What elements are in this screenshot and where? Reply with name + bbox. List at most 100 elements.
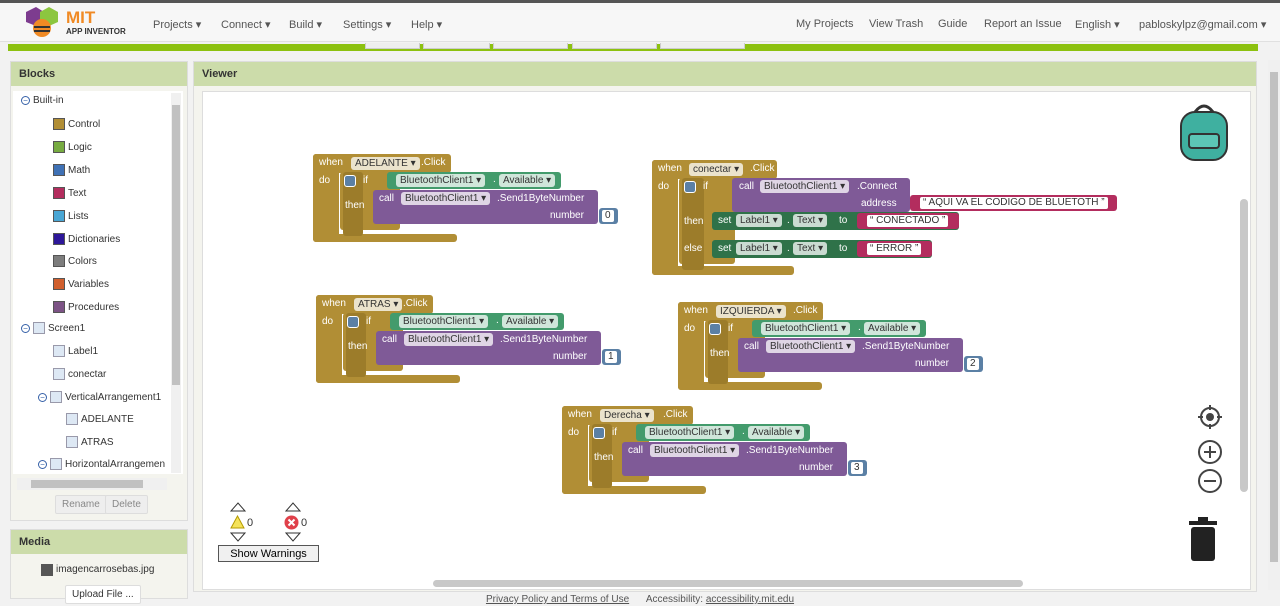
- number-block: 2: [964, 356, 983, 372]
- account-menu[interactable]: pabloskylpz@gmail.com ▾: [1139, 18, 1266, 31]
- event-block-atras[interactable]: when ATRAS ▾ .Click do if then BluetoothClient…: [316, 295, 621, 385]
- rename-button[interactable]: Rename: [55, 495, 107, 514]
- tree-item-variables[interactable]: Variables: [53, 278, 109, 290]
- getter-component-dropdown[interactable]: BluetoothClient1 ▾: [645, 426, 735, 439]
- tree-item-conectar[interactable]: conectar: [53, 368, 106, 380]
- tree-item-verticalarrangement1[interactable]: − VerticalArrangement1: [38, 391, 161, 403]
- link-my-projects[interactable]: My Projects: [796, 18, 853, 30]
- language-menu[interactable]: English ▾: [1075, 18, 1120, 31]
- mutator-gear-icon[interactable]: [593, 427, 605, 439]
- call-component-dropdown[interactable]: BluetoothClient1 ▾: [766, 340, 856, 353]
- tree-item-dictionaries[interactable]: Dictionaries: [53, 233, 120, 245]
- warning-next-icon[interactable]: [230, 532, 246, 542]
- getter-component-dropdown[interactable]: BluetoothClient1 ▾: [396, 174, 486, 187]
- toolbar-tab[interactable]: [660, 43, 745, 49]
- event-block-derecha[interactable]: when Derecha ▾ .Click do if then BluetoothClie…: [562, 406, 867, 496]
- workspace-horizontal-scrollbar[interactable]: [433, 580, 1023, 587]
- set-component-dropdown[interactable]: Label1 ▾: [736, 214, 782, 227]
- workspace-vertical-scrollbar[interactable]: [1240, 199, 1248, 492]
- event-block-adelante[interactable]: when ADELANTE ▾ .Click do if then BluetoothCli…: [313, 154, 618, 244]
- component-dropdown[interactable]: conectar ▾: [689, 163, 744, 176]
- getter-component-dropdown[interactable]: BluetoothClient1 ▾: [761, 322, 851, 335]
- error-prev-icon[interactable]: [285, 502, 301, 512]
- tree-item-horizontalarrangemen[interactable]: − HorizontalArrangemen: [38, 458, 165, 470]
- zoom-in-icon[interactable]: [1197, 439, 1223, 465]
- else-text-block-value[interactable]: “ ERROR ”: [867, 243, 922, 255]
- address-text-block-value[interactable]: “ AQUI VA EL CODIGO DE BLUETOTH ”: [920, 197, 1108, 209]
- tree-item-text[interactable]: Text: [53, 187, 86, 199]
- link-report-issue[interactable]: Report an Issue: [984, 18, 1062, 30]
- property-dropdown[interactable]: Available ▾: [502, 315, 559, 328]
- mutator-gear-icon[interactable]: [684, 181, 696, 193]
- mutator-gear-icon[interactable]: [344, 175, 356, 187]
- call-component-dropdown[interactable]: BluetoothClient1 ▾: [401, 192, 491, 205]
- trash-icon[interactable]: [1185, 515, 1221, 563]
- toolbar-tab[interactable]: [572, 43, 657, 49]
- call-component-dropdown[interactable]: BluetoothClient1 ▾: [760, 180, 850, 193]
- link-guide[interactable]: Guide: [938, 18, 967, 30]
- call-component-dropdown[interactable]: BluetoothClient1 ▾: [404, 333, 494, 346]
- tree-item-colors[interactable]: Colors: [53, 255, 97, 267]
- privacy-link[interactable]: Privacy Policy and Terms of Use: [486, 594, 629, 605]
- number-block-value[interactable]: 2: [967, 358, 979, 370]
- app-inventor-logo[interactable]: MIT APP INVENTOR: [22, 6, 132, 40]
- set-property-dropdown[interactable]: Text ▾: [793, 242, 828, 255]
- accessibility-link[interactable]: accessibility.mit.edu: [706, 594, 794, 605]
- page-scrollbar[interactable]: [1268, 60, 1280, 590]
- collapse-icon[interactable]: −: [21, 96, 30, 105]
- component-dropdown[interactable]: ATRAS ▾: [354, 298, 403, 311]
- tree-vertical-scrollbar[interactable]: [171, 93, 181, 473]
- delete-button[interactable]: Delete: [105, 495, 148, 514]
- collapse-icon[interactable]: −: [38, 459, 47, 469]
- then-text-block-value[interactable]: “ CONECTADO ”: [867, 215, 949, 227]
- tree-item-math[interactable]: Math: [53, 164, 90, 176]
- mutator-gear-icon[interactable]: [709, 323, 721, 335]
- set-component-dropdown[interactable]: Label1 ▾: [736, 242, 782, 255]
- number-block-value[interactable]: 1: [605, 351, 617, 363]
- component-dropdown[interactable]: Derecha ▾: [600, 409, 654, 422]
- collapse-icon[interactable]: −: [38, 392, 47, 402]
- tree-item-lists[interactable]: Lists: [53, 210, 89, 222]
- error-next-icon[interactable]: [285, 532, 301, 542]
- toolbar-tab[interactable]: [365, 43, 420, 49]
- tree-item-control[interactable]: Control: [53, 118, 100, 130]
- mutator-gear-icon[interactable]: [347, 316, 359, 328]
- component-dropdown[interactable]: ADELANTE ▾: [351, 157, 420, 170]
- property-dropdown[interactable]: Available ▾: [748, 426, 805, 439]
- event-block-izquierda[interactable]: when IZQUIERDA ▾ .Click do if then BluetoothCl…: [678, 302, 983, 392]
- property-dropdown[interactable]: Available ▾: [864, 322, 921, 335]
- tree-item-built-in[interactable]: − Built-in: [21, 95, 64, 106]
- collapse-icon[interactable]: −: [21, 323, 30, 333]
- set-property-dropdown[interactable]: Text ▾: [793, 214, 828, 227]
- toolbar-tab[interactable]: [493, 43, 568, 49]
- number-block-value[interactable]: 3: [851, 462, 863, 474]
- blocks-workspace[interactable]: 0 0 Show Warnings when ADELANTE ▾ .Click do…: [202, 91, 1251, 590]
- component-dropdown[interactable]: IZQUIERDA ▾: [716, 305, 786, 318]
- getter-component-dropdown[interactable]: BluetoothClient1 ▾: [399, 315, 489, 328]
- media-file[interactable]: imagencarrosebas.jpg: [41, 564, 154, 576]
- tree-item-screen1[interactable]: − Screen1: [21, 322, 85, 334]
- menu-connect[interactable]: Connect ▾: [221, 18, 271, 31]
- menu-help[interactable]: Help ▾: [411, 18, 442, 31]
- tree-item-atras[interactable]: ATRAS: [66, 436, 114, 448]
- zoom-out-icon[interactable]: [1197, 468, 1223, 494]
- show-warnings-button[interactable]: Show Warnings: [218, 545, 319, 562]
- category-color-icon: [53, 278, 65, 290]
- tree-item-adelante[interactable]: ADELANTE: [66, 413, 134, 425]
- menu-settings[interactable]: Settings ▾: [343, 18, 391, 31]
- call-component-dropdown[interactable]: BluetoothClient1 ▾: [650, 444, 740, 457]
- toolbar-tab[interactable]: [423, 43, 490, 49]
- tree-item-procedures[interactable]: Procedures: [53, 301, 119, 313]
- tree-item-logic[interactable]: Logic: [53, 141, 92, 153]
- menu-projects[interactable]: Projects ▾: [153, 18, 201, 31]
- number-block-value[interactable]: 0: [602, 210, 614, 222]
- link-view-trash[interactable]: View Trash: [869, 18, 923, 30]
- recenter-icon[interactable]: [1197, 404, 1223, 430]
- tree-item-label1[interactable]: Label1: [53, 345, 98, 357]
- menu-build[interactable]: Build ▾: [289, 18, 322, 31]
- warning-prev-icon[interactable]: [230, 502, 246, 512]
- property-dropdown[interactable]: Available ▾: [499, 174, 556, 187]
- tree-horizontal-scrollbar[interactable]: [17, 478, 167, 490]
- event-block-conectar[interactable]: when conectar ▾ .Click do if then else call Blue…: [652, 160, 1132, 280]
- backpack-icon[interactable]: [1175, 102, 1235, 164]
